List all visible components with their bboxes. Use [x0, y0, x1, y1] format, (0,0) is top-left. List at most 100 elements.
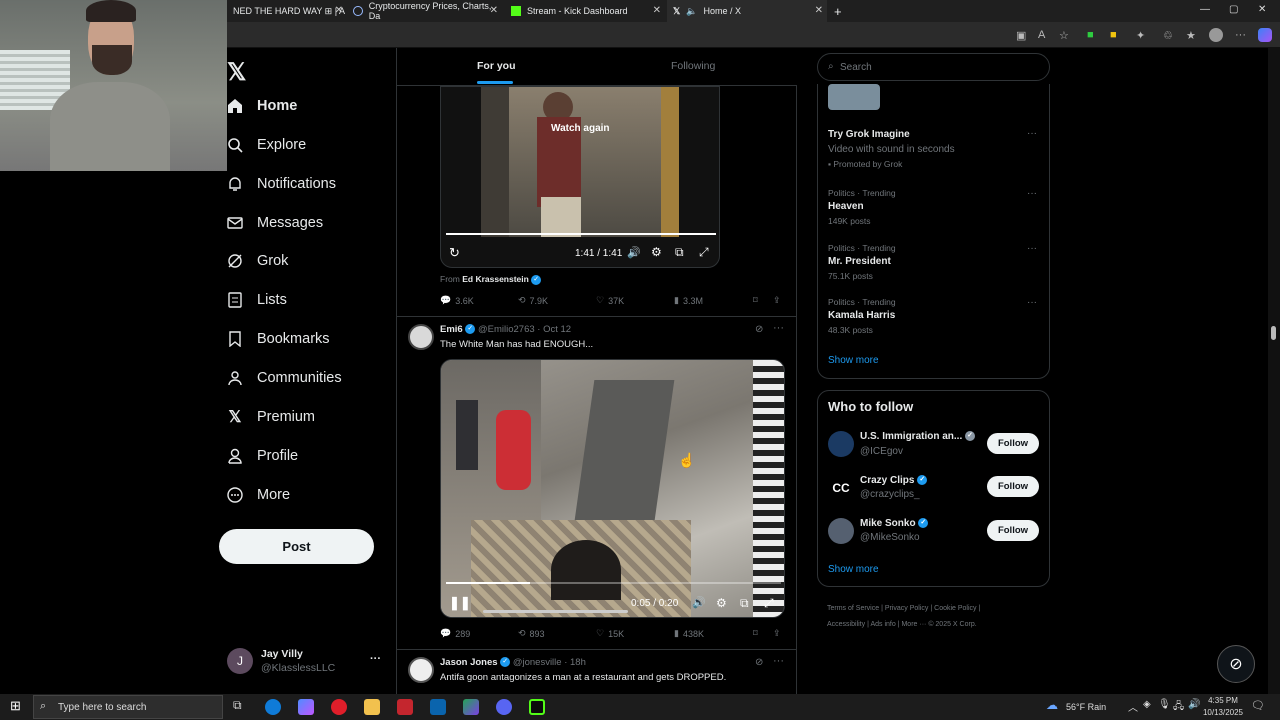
footer-link[interactable]: Privacy Policy — [885, 605, 929, 612]
grok-chat-button[interactable]: ⊘ — [1217, 645, 1255, 683]
x-logo-icon[interactable]: 𝕏 — [227, 58, 246, 87]
new-tab-button[interactable]: + — [828, 0, 848, 22]
sidebar-item-more[interactable]: More — [227, 487, 290, 503]
sidebar-item-grok[interactable]: Grok — [227, 253, 288, 269]
watch-again-label[interactable]: Watch again — [551, 123, 610, 134]
reply-button[interactable]: 💬 289 — [440, 628, 470, 639]
search-input[interactable]: ⌕ Search — [817, 53, 1050, 81]
folder-icon[interactable] — [364, 699, 380, 715]
avatar[interactable]: CC — [828, 475, 854, 501]
bookmark-button[interactable]: ⌑ — [753, 628, 758, 639]
like-button[interactable]: ♡ 15K — [596, 628, 624, 639]
post-date[interactable]: · 18h — [564, 657, 586, 668]
volume-icon[interactable]: 🔊 — [627, 246, 641, 259]
opera-icon[interactable] — [331, 699, 347, 715]
extension-icon[interactable]: ■ — [1110, 29, 1117, 41]
pip-icon[interactable]: ⧉ — [675, 245, 684, 260]
star-icon[interactable]: ☆ — [1059, 29, 1069, 42]
sidebar-item-profile[interactable]: Profile — [227, 448, 298, 464]
close-window-icon[interactable]: ✕ — [1258, 4, 1266, 15]
post-button[interactable]: Post — [219, 529, 374, 564]
edge-icon[interactable] — [265, 699, 281, 715]
close-icon[interactable]: ✕ — [815, 5, 823, 16]
avatar[interactable]: J — [227, 648, 253, 674]
split-icon[interactable]: ▣ — [1016, 29, 1026, 42]
post-date[interactable]: · Oct 12 — [537, 324, 571, 335]
fullscreen-icon[interactable]: ⤢ — [699, 245, 709, 260]
more-icon[interactable]: ··· — [1027, 243, 1037, 254]
author-name[interactable]: Jason Jones — [440, 657, 498, 668]
more-icon[interactable]: ··· — [773, 322, 784, 334]
pause-icon[interactable]: ❚❚ — [449, 595, 471, 611]
views-button[interactable]: ▮ 438K — [674, 628, 704, 639]
scrollbar[interactable] — [1268, 48, 1280, 694]
author-name[interactable]: Emi6 — [440, 324, 463, 335]
weather-icon[interactable]: ☁ — [1046, 698, 1058, 712]
show-more-link[interactable]: Show more — [828, 355, 879, 366]
author-handle[interactable]: @jonesville — [513, 657, 562, 668]
trend-name[interactable]: Heaven — [828, 201, 864, 212]
settings-icon[interactable]: ⚙ — [716, 596, 727, 610]
profile-icon[interactable] — [1209, 28, 1223, 42]
app-icon[interactable] — [463, 699, 479, 715]
taskbar-search-input[interactable]: ⌕ Type here to search — [33, 695, 223, 719]
avatar[interactable] — [408, 657, 434, 683]
sidebar-item-messages[interactable]: Messages — [227, 215, 323, 231]
sidebar-item-premium[interactable]: 𝕏 Premium — [227, 409, 315, 426]
tab-following[interactable]: Following — [671, 60, 715, 72]
sidebar-item-explore[interactable]: Explore — [227, 137, 306, 153]
puzzle-icon[interactable]: ✦ — [1136, 29, 1145, 42]
avatar[interactable] — [408, 324, 434, 350]
fullscreen-icon[interactable]: ⤢ — [764, 596, 774, 611]
browser-tab[interactable]: NED THE HARD WAY ⊞ | A ✕ — [227, 0, 347, 22]
video-player[interactable]: Watch again ↻ 1:41 / 1:41 🔊 ⚙ ⧉ ⤢ — [440, 86, 720, 268]
views-button[interactable]: ▮ 3.3M — [674, 295, 703, 306]
close-icon[interactable]: ✕ — [490, 5, 498, 16]
sidebar-item-lists[interactable]: Lists — [227, 292, 287, 308]
footer-link[interactable]: Ads info — [870, 621, 895, 628]
minimize-icon[interactable]: — — [1200, 4, 1210, 15]
clock-time[interactable]: 4:35 PM — [1205, 696, 1241, 705]
sidebar-item-bookmarks[interactable]: Bookmarks — [227, 331, 330, 347]
browser-tab[interactable]: Stream - Kick Dashboard ✕ — [505, 0, 665, 22]
footer-link[interactable]: Terms of Service — [827, 605, 879, 612]
grok-icon[interactable]: ⊘ — [755, 324, 763, 335]
sidebar-item-home[interactable]: Home — [227, 98, 297, 114]
pip-icon[interactable]: ⧉ — [740, 596, 749, 611]
sidebar-item-notifications[interactable]: Notifications — [227, 176, 336, 192]
replay-icon[interactable]: ↻ — [449, 245, 460, 261]
task-view-icon[interactable]: ⧉ — [233, 698, 242, 713]
avatar[interactable] — [828, 518, 854, 544]
settings-icon[interactable]: ⚙ — [651, 245, 662, 259]
menu-icon[interactable]: ··· — [1235, 29, 1246, 41]
like-button[interactable]: ♡ 37K — [596, 295, 624, 306]
windows-start-icon[interactable]: ⊞ — [10, 698, 21, 714]
follow-name[interactable]: Crazy Clips ✓ — [860, 475, 928, 486]
more-icon[interactable]: ··· — [773, 655, 784, 667]
weather-text[interactable]: 56°F Rain — [1066, 702, 1106, 712]
more-icon[interactable]: ··· — [1027, 188, 1037, 199]
follow-button[interactable]: Follow — [987, 520, 1039, 541]
copilot-icon[interactable] — [1258, 28, 1272, 42]
avatar[interactable] — [828, 431, 854, 457]
video-player[interactable]: ❚❚ 0:05 / 0:20 🔊 ⚙ ⧉ ⤢ — [440, 359, 785, 618]
share-icon[interactable]: ⇪ — [773, 295, 781, 306]
account-menu-icon[interactable]: ··· — [370, 653, 381, 665]
volume-icon[interactable]: 🔊 — [692, 596, 706, 609]
follow-name[interactable]: Mike Sonko ✓ — [860, 518, 929, 529]
author-handle[interactable]: @Emilio2763 — [478, 324, 535, 335]
maximize-icon[interactable]: ▢ — [1229, 4, 1238, 15]
close-icon[interactable]: ✕ — [653, 5, 661, 16]
browser-tab[interactable]: Cryptocurrency Prices, Charts, Da ✕ — [347, 0, 502, 22]
copilot-app-icon[interactable] — [298, 699, 314, 715]
clock-date[interactable]: 10/13/2025 — [1201, 708, 1245, 717]
trend-name[interactable]: Mr. President — [828, 256, 891, 267]
share-icon[interactable]: ⇪ — [773, 628, 781, 639]
footer-link[interactable]: Accessibility — [827, 621, 865, 628]
kick-app-icon[interactable] — [529, 699, 545, 715]
network-icon[interactable]: 🖧 — [1173, 699, 1184, 716]
show-more-link[interactable]: Show more — [828, 564, 879, 575]
follow-button[interactable]: Follow — [987, 476, 1039, 497]
more-icon[interactable]: ··· — [1027, 297, 1037, 308]
read-aloud-icon[interactable]: A — [1038, 29, 1045, 41]
